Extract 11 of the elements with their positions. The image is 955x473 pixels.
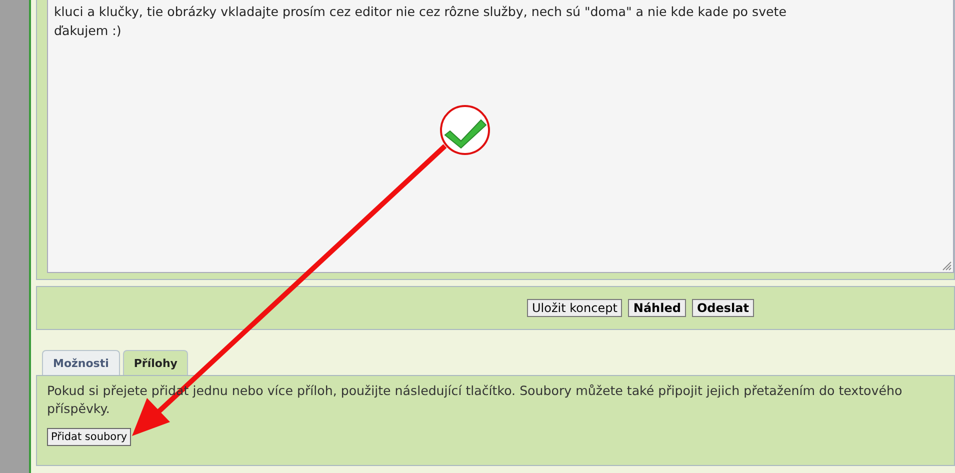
- add-files-button[interactable]: Přidat soubory: [47, 428, 132, 446]
- message-text-line: ďakujem :): [54, 22, 122, 40]
- resize-grip-icon[interactable]: [942, 261, 952, 271]
- message-textarea[interactable]: kluci a klučky, tie obrázky vkladajte prosím cez editor nie cez rôzne služby, nech sú "doma" a nie kde kade po svete ďakujem :): [47, 0, 954, 273]
- checkmark-icon: [440, 105, 490, 155]
- form-button[interactable]: Náhled: [628, 299, 686, 317]
- tab[interactable]: Možnosti: [42, 350, 120, 375]
- message-text-line: kluci a klučky, tie obrázky vkladajte prosím cez editor nie cez rôzne služby, nech sú "doma" a nie kde kade po svete: [54, 3, 786, 21]
- form-button[interactable]: Uložit koncept: [527, 299, 622, 317]
- form-button[interactable]: Odeslat: [692, 299, 754, 317]
- tab[interactable]: Přílohy: [122, 350, 188, 375]
